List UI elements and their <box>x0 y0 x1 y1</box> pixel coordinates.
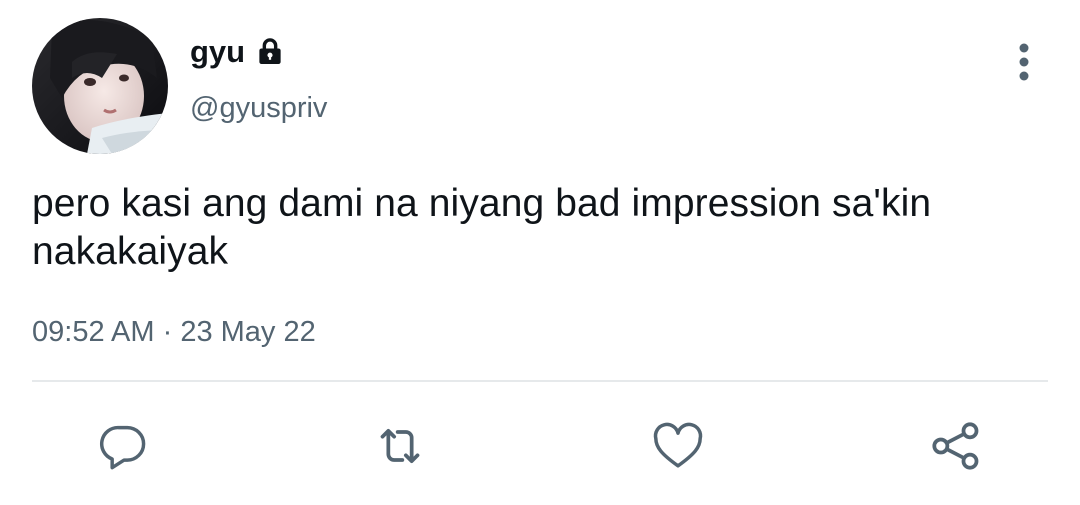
tweet-text-line: nakakaiyak <box>32 230 229 273</box>
divider <box>32 380 1048 382</box>
more-vertical-icon <box>1019 43 1029 81</box>
timestamp-separator: · <box>154 316 181 348</box>
retweet-button[interactable] <box>372 418 428 474</box>
lock-icon <box>253 35 287 69</box>
avatar-photo <box>32 18 168 154</box>
more-options-button[interactable] <box>1004 40 1044 84</box>
reply-button[interactable] <box>95 418 151 474</box>
avatar[interactable] <box>32 18 168 154</box>
tweet-time[interactable]: 09:52 AM <box>32 314 155 350</box>
display-name[interactable]: gyu <box>190 34 245 70</box>
reply-icon <box>99 425 146 470</box>
like-icon <box>653 422 703 468</box>
tweet-date[interactable]: 23 May 22 <box>180 314 315 350</box>
author-name-row[interactable]: gyu <box>190 34 287 70</box>
tweet-timestamp[interactable]: 09:52 AM · 23 May 22 <box>32 314 316 350</box>
retweet-icon <box>380 428 420 464</box>
like-button[interactable] <box>650 418 706 474</box>
share-button[interactable] <box>928 418 984 474</box>
user-handle[interactable]: @gyuspriv <box>190 90 327 126</box>
share-icon <box>932 422 979 470</box>
tweet-text-line: pero kasi ang dami na niyang bad impress… <box>32 182 932 225</box>
tweet-text: pero kasi ang dami na niyang bad impress… <box>32 180 1042 276</box>
